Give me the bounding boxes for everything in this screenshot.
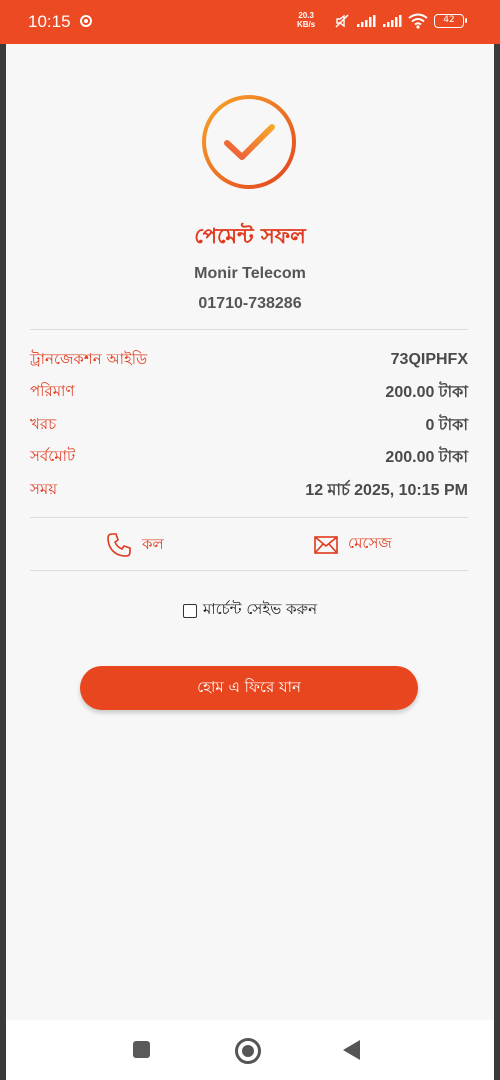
call-label: কল (142, 534, 164, 553)
detail-row-amount: পরিমাণ 200.00 টাকা (30, 377, 468, 410)
divider (30, 570, 468, 571)
transaction-details: ট্রানজেকশন আইডি 73QIPHFX পরিমাণ 200.00 ট… (30, 344, 468, 507)
signal-icon-1 (357, 15, 376, 27)
detail-label: খরচ (30, 414, 57, 433)
save-merchant-label: মার্চেন্ট সেইভ করুন (202, 600, 318, 618)
detail-value: 73QIPHFX (390, 351, 468, 369)
payment-success-screen: পেমেন্ট সফল Monir Telecom 01710-738286 ট… (6, 44, 494, 1020)
divider (30, 329, 468, 330)
system-navigation-bar (6, 1020, 494, 1080)
mute-icon (335, 14, 349, 28)
detail-label: পরিমাণ (30, 382, 75, 401)
detail-label: ট্রানজেকশন আইডি (30, 349, 148, 368)
save-merchant-option[interactable]: মার্চেন্ট সেইভ করুন (6, 598, 494, 623)
detail-row-total: সর্বমোট 200.00 টাকা (30, 442, 468, 475)
status-bar: 10:15 20.3 KB/s 42 (0, 0, 500, 44)
contact-actions: কল মেসেজ (30, 524, 468, 572)
network-speed-unit: KB/s (297, 20, 316, 29)
page-title: পেমেন্ট সফল (194, 224, 306, 248)
detail-row-transaction-id: ট্রানজেকশন আইডি 73QIPHFX (30, 344, 468, 377)
battery-icon: 42 (434, 14, 467, 28)
detail-label: সময় (30, 479, 58, 498)
detail-label: সর্বমোট (30, 447, 76, 466)
go-home-button[interactable]: হোম এ ফিরে যান (80, 666, 418, 710)
network-speed-value: 20.3 (298, 11, 314, 20)
merchant-phone: 01710-738286 (198, 295, 302, 312)
wifi-icon (408, 13, 428, 29)
check-circle-icon (202, 95, 296, 189)
detail-value: 200.00 টাকা (385, 449, 468, 467)
signal-icon-2 (383, 15, 402, 27)
chrome-notification-icon (80, 15, 92, 27)
status-time: 10:15 (28, 12, 71, 31)
message-label: মেসেজ (348, 534, 392, 552)
save-merchant-checkbox[interactable] (182, 603, 197, 618)
detail-row-time: সময় 12 মার্চ 2025, 10:15 PM (30, 474, 468, 507)
network-speed: 20.3 KB/s (297, 11, 315, 29)
detail-row-charge: খরচ 0 টাকা (30, 409, 468, 442)
phone-icon (107, 533, 131, 557)
divider (30, 517, 468, 518)
envelope-icon (314, 535, 338, 554)
message-button[interactable]: মেসেজ (314, 532, 392, 557)
recent-apps-icon[interactable] (133, 1041, 150, 1058)
detail-value: 0 টাকা (425, 416, 468, 434)
call-button[interactable]: কল (106, 532, 164, 558)
detail-value: 12 মার্চ 2025, 10:15 PM (305, 481, 468, 499)
detail-value: 200.00 টাকা (385, 384, 468, 402)
merchant-name: Monir Telecom (194, 265, 306, 282)
back-triangle-icon[interactable] (343, 1040, 360, 1060)
status-icons: 42 (334, 13, 467, 29)
home-circle-icon[interactable] (235, 1038, 261, 1064)
